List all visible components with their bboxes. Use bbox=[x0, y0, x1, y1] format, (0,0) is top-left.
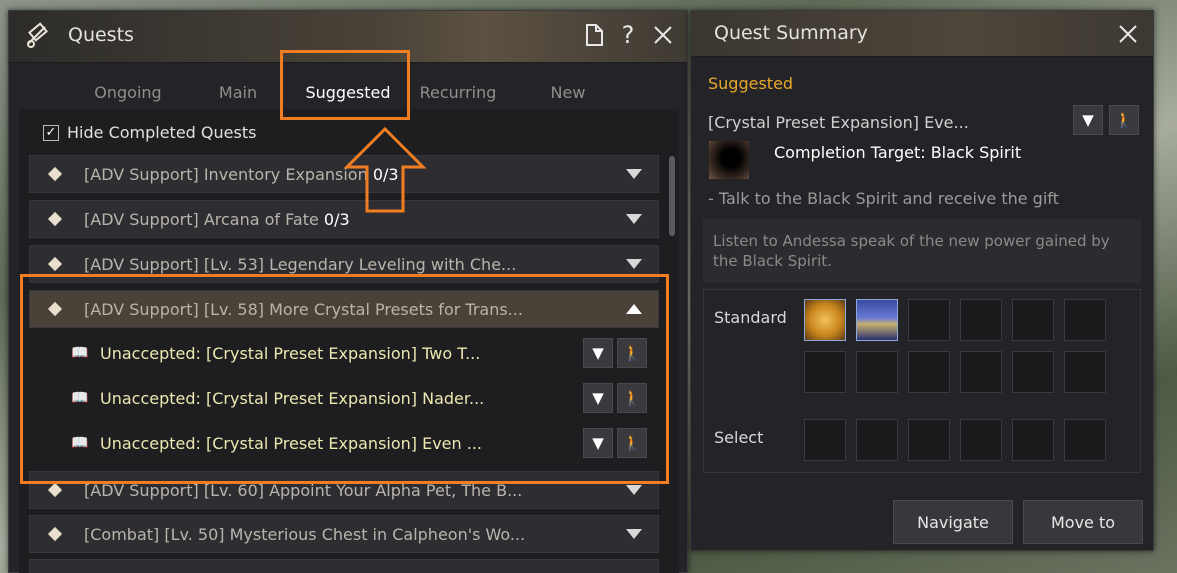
close-icon[interactable] bbox=[1114, 20, 1142, 48]
tab-recurring[interactable]: Recurring bbox=[403, 83, 513, 102]
move-to-button[interactable]: Move to bbox=[1023, 500, 1143, 544]
page-icon[interactable] bbox=[580, 21, 608, 49]
tab-new[interactable]: New bbox=[513, 83, 623, 102]
quest-row[interactable] bbox=[29, 559, 659, 573]
walk-icon[interactable]: 🚶 bbox=[1109, 105, 1139, 135]
select-reward-slot bbox=[908, 419, 950, 461]
quest-row-label: [ADV Support] [Lv. 53] Legendary Levelin… bbox=[84, 254, 517, 274]
chevron-down-icon[interactable] bbox=[626, 259, 642, 269]
reward-slot bbox=[1012, 351, 1054, 393]
scrollbar[interactable] bbox=[669, 156, 675, 236]
select-label: Select bbox=[714, 428, 764, 447]
reward-slot bbox=[908, 299, 950, 341]
rewards-panel: Standard Select bbox=[703, 289, 1141, 473]
tab-ongoing[interactable]: Ongoing bbox=[73, 83, 183, 102]
reward-slot bbox=[908, 351, 950, 393]
select-reward-slot bbox=[804, 419, 846, 461]
scroll-icon bbox=[23, 21, 53, 51]
navigate-button[interactable]: Navigate bbox=[893, 500, 1013, 544]
quests-title: Quests bbox=[68, 24, 134, 46]
diamond-icon bbox=[47, 482, 63, 498]
quest-row-label: [ADV Support] Arcana of Fate 0/3 bbox=[84, 209, 350, 229]
reward-slot bbox=[856, 351, 898, 393]
quest-description: Listen to Andessa speak of the new power… bbox=[703, 219, 1141, 283]
quest-objective: - Talk to the Black Spirit and receive t… bbox=[708, 189, 1059, 208]
hide-completed-toggle[interactable]: ✓ Hide Completed Quests bbox=[43, 123, 256, 142]
quest-row[interactable]: [Combat] [Lv. 50] Mysterious Chest in Ca… bbox=[29, 515, 659, 553]
select-reward-slot bbox=[856, 419, 898, 461]
chevron-down-icon[interactable] bbox=[626, 169, 642, 179]
quest-summary-window: Quest Summary Suggested [Crystal Preset … bbox=[690, 10, 1154, 551]
reward-slot bbox=[804, 351, 846, 393]
reward-slot bbox=[1064, 351, 1106, 393]
reward-coin-icon[interactable] bbox=[804, 299, 846, 341]
diamond-icon bbox=[47, 166, 63, 182]
reward-slot bbox=[960, 299, 1002, 341]
chevron-down-icon[interactable] bbox=[626, 529, 642, 539]
arrow-up-annotation-icon bbox=[343, 126, 427, 213]
hide-completed-checkbox[interactable]: ✓ bbox=[43, 124, 59, 141]
diamond-icon bbox=[47, 211, 63, 227]
select-reward-slot bbox=[1064, 419, 1106, 461]
help-icon[interactable]: ? bbox=[614, 21, 642, 49]
chevron-down-icon[interactable] bbox=[626, 485, 642, 495]
hide-completed-label: Hide Completed Quests bbox=[67, 123, 257, 142]
black-spirit-thumbnail bbox=[709, 141, 749, 179]
tab-main[interactable]: Main bbox=[183, 83, 293, 102]
reward-slot bbox=[1012, 299, 1054, 341]
summary-titlebar[interactable]: Quest Summary bbox=[691, 11, 1153, 57]
diamond-icon bbox=[47, 256, 63, 272]
summary-title: Quest Summary bbox=[714, 22, 868, 44]
completion-target: Completion Target: Black Spirit bbox=[774, 143, 1022, 162]
reward-slot bbox=[1064, 299, 1106, 341]
summary-category: Suggested bbox=[708, 74, 794, 93]
close-icon[interactable] bbox=[649, 21, 677, 49]
select-reward-slot bbox=[960, 419, 1002, 461]
diamond-icon bbox=[47, 526, 63, 542]
select-reward-slot bbox=[1012, 419, 1054, 461]
reward-chest-icon[interactable] bbox=[856, 299, 898, 341]
reward-slot bbox=[960, 351, 1002, 393]
expand-button[interactable]: ▼ bbox=[1073, 105, 1103, 135]
tab-highlight-box bbox=[280, 50, 410, 120]
standard-label: Standard bbox=[714, 308, 787, 327]
expanded-quest-highlight-box bbox=[20, 274, 669, 484]
quest-row-label: [Combat] [Lv. 50] Mysterious Chest in Ca… bbox=[84, 524, 526, 544]
chevron-down-icon[interactable] bbox=[626, 214, 642, 224]
summary-quest-name: [Crystal Preset Expansion] Eve... bbox=[708, 113, 969, 132]
